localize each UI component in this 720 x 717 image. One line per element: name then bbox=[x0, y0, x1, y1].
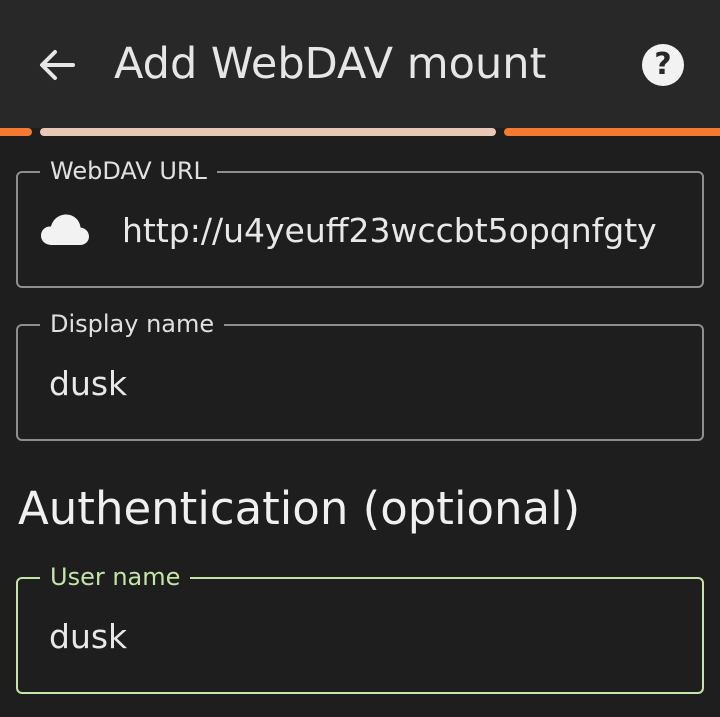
page-title: Add WebDAV mount bbox=[114, 39, 547, 89]
cloud-icon bbox=[41, 214, 89, 245]
webdav-url-label: WebDAV URL bbox=[40, 156, 217, 186]
display-name-label: Display name bbox=[40, 309, 225, 339]
authentication-heading: Authentication (optional) bbox=[18, 482, 581, 535]
webdav-url-input[interactable]: http://u4yeuff23wccbt5opqnfgty bbox=[122, 211, 676, 251]
arrow-left-icon bbox=[40, 50, 75, 80]
progress-segment-2 bbox=[40, 128, 496, 136]
user-name-label: User name bbox=[40, 562, 191, 592]
step-progress bbox=[0, 128, 720, 136]
display-name-input[interactable]: dusk bbox=[49, 364, 669, 404]
display-name-field[interactable]: Display name dusk bbox=[16, 309, 704, 441]
user-name-field[interactable]: User name dusk bbox=[16, 562, 704, 694]
progress-segment-1 bbox=[0, 128, 32, 136]
help-button[interactable]: ? bbox=[642, 44, 684, 86]
app-bar: Add WebDAV mount ? bbox=[0, 0, 720, 128]
back-button[interactable] bbox=[30, 40, 84, 90]
webdav-url-field[interactable]: WebDAV URL http://u4yeuff23wccbt5opqnfgt… bbox=[16, 156, 704, 288]
user-name-input[interactable]: dusk bbox=[49, 617, 669, 657]
help-circle-icon: ? bbox=[654, 47, 672, 82]
progress-segment-3 bbox=[504, 128, 720, 136]
